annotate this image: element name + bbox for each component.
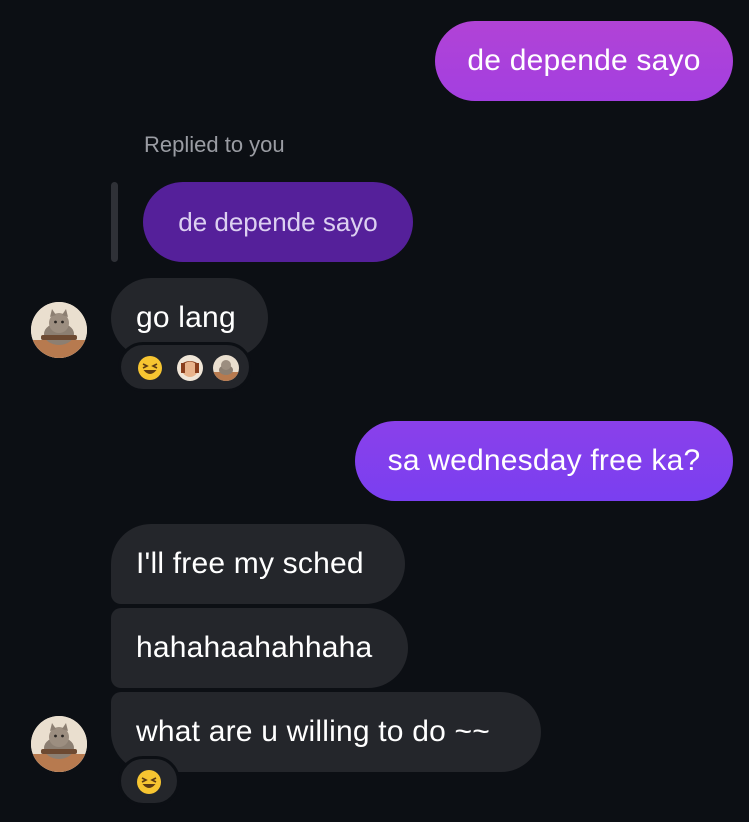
received-message-bubble[interactable]: hahahaahahhaha	[111, 608, 408, 688]
sent-message-bubble[interactable]: sa wednesday free ka?	[355, 421, 733, 501]
sender-avatar[interactable]	[31, 716, 87, 772]
sent-message-bubble[interactable]: de depende sayo	[435, 21, 733, 101]
person-avatar-icon	[177, 355, 203, 381]
received-message-bubble[interactable]: what are u willing to do ~~	[111, 692, 541, 772]
laughing-emoji-icon	[137, 770, 161, 794]
laughing-emoji-icon	[138, 356, 162, 380]
reactions-row[interactable]	[118, 756, 180, 806]
reactions-row[interactable]	[118, 342, 252, 392]
reply-quote-bar	[111, 182, 118, 262]
sender-avatar[interactable]	[31, 302, 87, 358]
cat-avatar-icon	[213, 355, 239, 381]
received-message-bubble[interactable]: I'll free my sched	[111, 524, 405, 604]
cat-avatar-icon	[31, 302, 87, 358]
replied-to-you-label: Replied to you	[144, 132, 285, 157]
cat-avatar-icon	[31, 716, 87, 772]
reply-quote-bubble[interactable]: de depende sayo	[143, 182, 413, 262]
